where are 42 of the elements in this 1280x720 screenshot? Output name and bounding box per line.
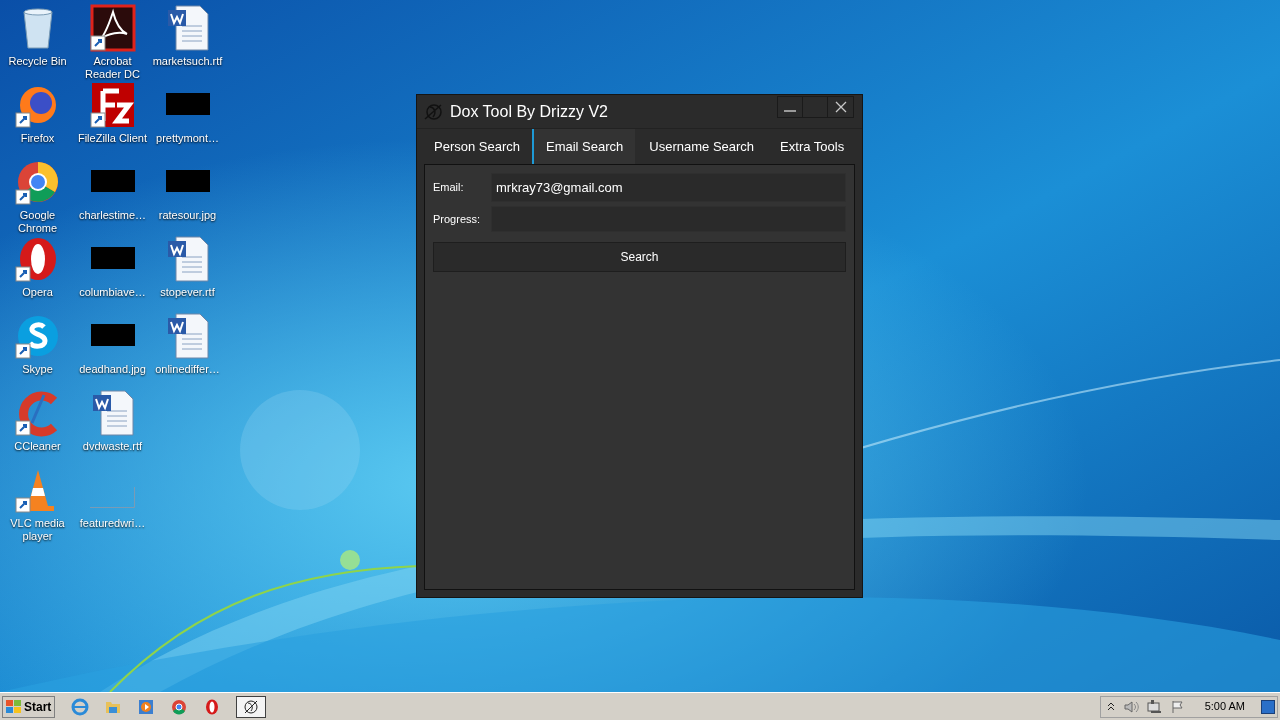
show-desktop-button[interactable] <box>1261 699 1275 714</box>
tab[interactable]: Extra Tools <box>766 129 857 164</box>
tab[interactable]: Person Search <box>420 129 532 164</box>
file-thumbnail-icon <box>90 487 135 508</box>
desktop-icon-label[interactable]: FileZilla Client <box>75 132 150 145</box>
email-field[interactable]: mrkray73@gmail.com <box>491 173 846 202</box>
windows-logo-icon <box>6 699 22 714</box>
tab[interactable]: Username Search <box>635 129 767 164</box>
desktop-icon-label[interactable]: prettymont… <box>150 132 225 145</box>
browser-icon[interactable] <box>170 697 189 716</box>
start-button[interactable]: Start <box>2 695 56 718</box>
search-button[interactable]: Search <box>433 242 846 272</box>
pdf-icon <box>88 4 137 52</box>
clock[interactable]: 5:00 AM <box>1204 698 1245 715</box>
desktop-icon-label[interactable]: Opera <box>0 286 75 299</box>
desktop-icon-label[interactable]: columbiave… <box>75 286 150 299</box>
desktop-icon-label[interactable]: Recycle Bin <box>0 55 75 68</box>
window-title: Dox Tool By Drizzy V2 <box>450 101 608 122</box>
desktop-icon-label[interactable]: Google Chrome <box>0 209 75 235</box>
ftp-icon <box>88 81 137 129</box>
speaker-icon[interactable] <box>1122 699 1139 714</box>
close-icon <box>834 101 847 113</box>
desktop-icon-label[interactable]: Firefox <box>0 132 75 145</box>
desktop-icon-label[interactable]: Skype <box>0 363 75 376</box>
desktop-icon-label[interactable]: CCleaner <box>0 440 75 453</box>
network-icon[interactable] <box>1146 699 1163 714</box>
desktop-icon-label[interactable]: charlestime… <box>75 209 150 222</box>
desktop-icon-label[interactable]: marketsuch.rtf <box>150 55 225 68</box>
flag-icon[interactable] <box>1170 699 1185 714</box>
chevron-up-icon[interactable] <box>1106 701 1115 712</box>
minimize-icon <box>784 110 796 112</box>
desktop-icon-label[interactable]: Acrobat Reader DC <box>75 55 150 81</box>
desktop-icon-label[interactable]: ratesour.jpg <box>150 209 225 222</box>
desktop-icon-label[interactable]: stopever.rtf <box>150 286 225 299</box>
tab[interactable]: Email Search <box>532 129 636 164</box>
taskbar-app-button[interactable] <box>236 695 267 718</box>
email-label: Email: <box>433 180 465 196</box>
app-logo-icon <box>422 102 444 121</box>
progress-label: Progress: <box>433 211 482 227</box>
desktop-icon-label[interactable]: VLC media player <box>0 517 75 543</box>
desktop-icon-label[interactable]: deadhand.jpg <box>75 363 150 376</box>
media-player-icon[interactable] <box>137 697 156 716</box>
